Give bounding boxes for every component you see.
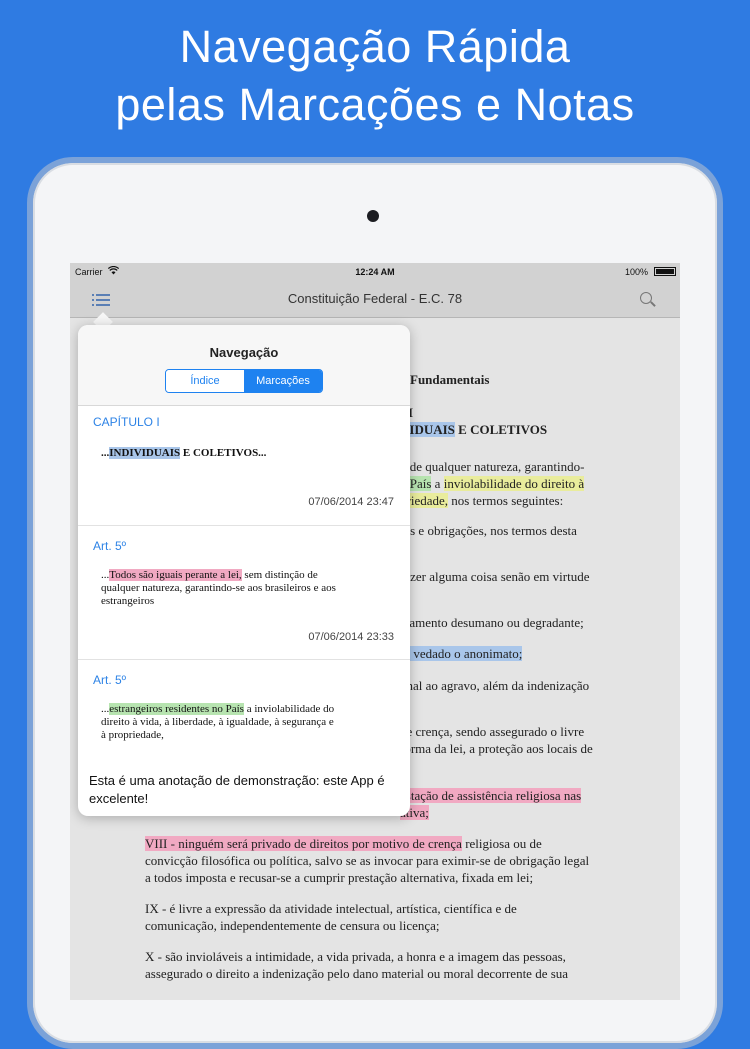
popover-header: Navegação Índice Marcações <box>78 325 410 406</box>
doc-line: o de qualquer natureza, garantindo- <box>400 459 585 474</box>
doc-line: assegurado o direito a indenização pelo … <box>145 966 569 981</box>
doc-line: de crença, sendo assegurado o livre <box>400 724 585 739</box>
bookmark-entry[interactable]: CAPÍTULO I ...INDIVIDUAIS E COLETIVOS...… <box>78 405 410 526</box>
entry-quote: ...INDIVIDUAIS E COLETIVOS... <box>101 447 341 460</box>
segmented-control: Índice Marcações <box>165 369 323 393</box>
navigation-popover: Navegação Índice Marcações CAPÍTULO I ..… <box>78 325 410 816</box>
text: ... <box>101 447 110 459</box>
battery-percent: 100% <box>624 267 648 277</box>
camera-dot <box>367 210 379 222</box>
entry-heading: Art. 5º <box>93 539 127 553</box>
text: ... <box>101 569 110 581</box>
nav-title: Constituição Federal - E.C. 78 <box>287 291 463 306</box>
entry-quote: ...estrangeiros residentes no País a inv… <box>101 703 341 742</box>
highlight: Todos são iguais perante a lei, <box>109 569 242 581</box>
doc-chapter-title: VIDUAIS E COLETIVOS <box>400 422 547 438</box>
segment-marcacoes[interactable]: Marcações <box>244 370 322 392</box>
navigation-bar: Constituição Federal - E.C. 78 <box>70 281 680 318</box>
highlight: VIII - ninguém será privado de direitos … <box>145 836 462 851</box>
doc-line: estação de assistência religiosa nas <box>400 788 582 804</box>
search-icon[interactable] <box>640 292 656 308</box>
text: nos termos seguintes: <box>448 493 564 508</box>
bookmark-entry[interactable]: Art. 5º ...Todos são iguais perante a le… <box>78 525 410 660</box>
headline-line-2: pelas Marcações e Notas <box>115 79 635 130</box>
doc-line: comunicação, independentemente de censur… <box>145 918 440 933</box>
text: religiosa ou de <box>461 836 542 851</box>
promo-headline: Navegação Rápida pelas Marcações e Notas <box>0 18 750 134</box>
doc-line: priedade, nos termos seguintes: <box>400 493 563 509</box>
headline-line-1: Navegação Rápida <box>179 21 571 72</box>
doc-line: onal ao agravo, além da indenização <box>400 678 590 693</box>
text: E COLETIVOS <box>454 422 548 437</box>
doc-heading: Fundamentais <box>410 372 490 387</box>
battery-icon <box>654 267 676 276</box>
doc-line: lo vedado o anonimato; <box>400 646 523 662</box>
doc-line: VIII - ninguém será privado de direitos … <box>145 836 542 852</box>
popover-title: Navegação <box>209 345 279 360</box>
entry-heading: CAPÍTULO I <box>93 415 160 429</box>
doc-line: tos e obrigações, nos termos desta <box>400 523 577 538</box>
segment-indice[interactable]: Índice <box>166 370 244 392</box>
entry-date: 07/06/2014 23:33 <box>308 631 394 643</box>
annotation-note: Esta é uma anotação de demonstração: est… <box>89 773 385 806</box>
text: a <box>431 476 444 491</box>
doc-line: o País a inviolabilidade do direito à <box>400 476 585 492</box>
doc-line: IX - é livre a expressão da atividade in… <box>145 901 517 916</box>
highlight: estação de assistência religiosa nas <box>400 788 582 803</box>
doc-line: convicção filosófica ou política, salvo … <box>145 853 590 868</box>
doc-line: fazer alguma coisa senão em virtude <box>400 569 590 584</box>
status-time: 12:24 AM <box>355 267 395 277</box>
entry-quote: ...Todos são iguais perante a lei, sem d… <box>101 569 341 608</box>
text: ... <box>101 703 110 715</box>
doc-line: atamento desumano ou degradante; <box>400 615 584 630</box>
doc-line: X - são invioláveis a intimidade, a vida… <box>145 949 566 964</box>
text: E COLETIVOS... <box>180 447 267 459</box>
doc-line: forma da lei, a proteção aos locais de <box>400 741 593 756</box>
highlight: INDIVIDUAIS <box>109 447 181 459</box>
entry-heading: Art. 5º <box>93 673 127 687</box>
doc-line: a todos imposta e recusar-se a cumprir p… <box>145 870 534 885</box>
status-bar: Carrier 12:24 AM 100% <box>70 263 680 281</box>
bookmark-entry[interactable]: Art. 5º ...estrangeiros residentes no Pa… <box>78 659 410 759</box>
app-screen: Carrier 12:24 AM 100% Constituição Feder… <box>70 263 680 1000</box>
entry-date: 07/06/2014 23:47 <box>308 496 394 508</box>
highlight: lo vedado o anonimato; <box>400 646 523 661</box>
highlight: estrangeiros residentes no País <box>109 703 244 715</box>
highlight: inviolabilidade do direito à <box>443 476 585 491</box>
